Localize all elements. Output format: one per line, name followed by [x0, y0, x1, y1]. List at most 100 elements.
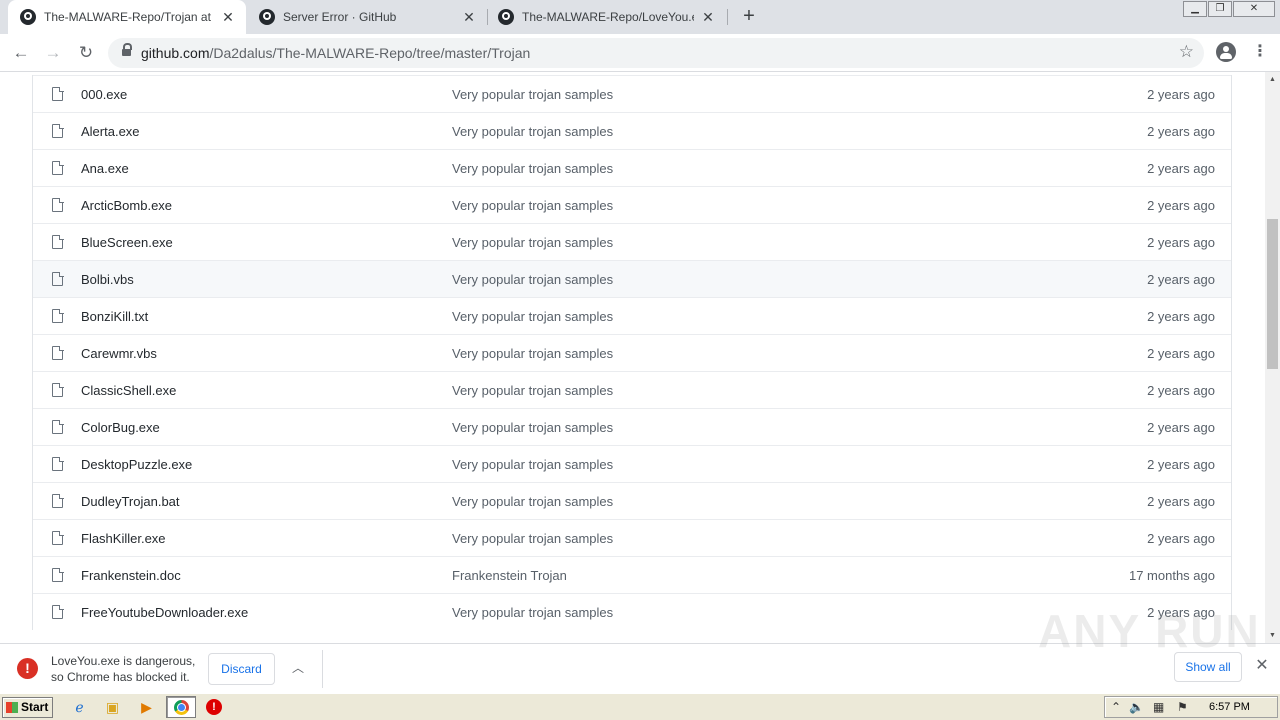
- commit-message-link[interactable]: Very popular trojan samples: [452, 87, 613, 102]
- file-row[interactable]: Ana.exe Very popular trojan samples 2 year…: [33, 149, 1231, 186]
- commit-age: 2 years ago: [1147, 531, 1215, 546]
- anyrun-watermark: ANY RUN: [1038, 605, 1261, 657]
- start-button[interactable]: Start: [2, 697, 53, 718]
- media-player-icon[interactable]: ▶: [138, 699, 155, 716]
- file-icon: [52, 530, 64, 545]
- file-row[interactable]: DesktopPuzzle.exe Very popular trojan sam…: [33, 445, 1231, 482]
- volume-icon[interactable]: 🔈: [1129, 700, 1144, 714]
- file-name-link[interactable]: Alerta.exe: [81, 124, 140, 139]
- address-bar[interactable]: github.com/Da2dalus/The-MALWARE-Repo/tre…: [108, 38, 1204, 68]
- commit-age: 2 years ago: [1147, 198, 1215, 213]
- commit-message-link[interactable]: Very popular trojan samples: [452, 309, 613, 324]
- file-icon: [52, 493, 64, 508]
- system-tray: ⌃ 🔈 ▦ ⚑ 6:57 PM: [1104, 696, 1278, 718]
- commit-age: 17 months ago: [1128, 568, 1215, 583]
- file-row[interactable]: 000.exe Very popular trojan samples 2 year…: [33, 75, 1231, 112]
- scroll-thumb[interactable]: [1267, 219, 1278, 369]
- file-icon: [52, 604, 64, 619]
- file-row[interactable]: Carewmr.vbs Very popular trojan samples 2 …: [33, 334, 1231, 371]
- commit-message-link[interactable]: Very popular trojan samples: [452, 420, 613, 435]
- restore-button[interactable]: ❐: [1208, 1, 1232, 17]
- commit-message-link[interactable]: Very popular trojan samples: [452, 272, 613, 287]
- file-icon: [52, 197, 64, 212]
- file-row[interactable]: ArcticBomb.exe Very popular trojan sample…: [33, 186, 1231, 223]
- close-download-bar-icon[interactable]: ✕: [1253, 657, 1271, 675]
- commit-message-link[interactable]: Very popular trojan samples: [452, 383, 613, 398]
- clock[interactable]: 6:57 PM: [1209, 701, 1250, 713]
- scroll-down-arrow[interactable]: ▼: [1265, 628, 1280, 643]
- taskbar-chrome-button[interactable]: [166, 696, 196, 718]
- file-name-link[interactable]: Bolbi.vbs: [81, 272, 134, 287]
- file-icon: [52, 567, 64, 582]
- commit-age: 2 years ago: [1147, 309, 1215, 324]
- new-tab-button[interactable]: +: [738, 5, 760, 27]
- commit-message-link[interactable]: Very popular trojan samples: [452, 235, 613, 250]
- tab-trojan[interactable]: The-MALWARE-Repo/Trojan at mast ✕: [8, 0, 246, 34]
- file-name-link[interactable]: DesktopPuzzle.exe: [81, 457, 192, 472]
- stop-sign-icon[interactable]: !: [206, 699, 222, 715]
- download-warning-line1: LoveYou.exe is dangerous,: [51, 654, 196, 668]
- close-icon[interactable]: ✕: [220, 9, 236, 26]
- file-row[interactable]: Frankenstein.doc Frankenstein Trojan 17 mo…: [33, 556, 1231, 593]
- file-row[interactable]: ColorBug.exe Very popular trojan samples 2…: [33, 408, 1231, 445]
- commit-message-link[interactable]: Very popular trojan samples: [452, 124, 613, 139]
- commit-message-link[interactable]: Very popular trojan samples: [452, 161, 613, 176]
- close-icon[interactable]: ✕: [700, 9, 716, 26]
- tray-expand-icon[interactable]: ⌃: [1111, 700, 1121, 714]
- file-name-link[interactable]: ColorBug.exe: [81, 420, 160, 435]
- minimize-button[interactable]: ▁: [1183, 1, 1207, 17]
- ie-icon[interactable]: ℯ: [71, 699, 88, 716]
- bookmark-star-icon[interactable]: ☆: [1179, 42, 1194, 62]
- scrollbar[interactable]: ▲ ▼: [1265, 72, 1280, 643]
- file-name-link[interactable]: BlueScreen.exe: [81, 235, 173, 250]
- commit-message-link[interactable]: Frankenstein Trojan: [452, 568, 567, 583]
- file-row[interactable]: Bolbi.vbs Very popular trojan samples 2 ye…: [33, 260, 1231, 297]
- file-name-link[interactable]: ArcticBomb.exe: [81, 198, 172, 213]
- commit-message-link[interactable]: Very popular trojan samples: [452, 605, 613, 620]
- commit-message-link[interactable]: Very popular trojan samples: [452, 531, 613, 546]
- file-row[interactable]: DudleyTrojan.bat Very popular trojan samp…: [33, 482, 1231, 519]
- file-row[interactable]: BonziKill.txt Very popular trojan samples…: [33, 297, 1231, 334]
- window-close-button[interactable]: ✕: [1233, 1, 1275, 17]
- file-name-link[interactable]: FlashKiller.exe: [81, 531, 166, 546]
- profile-avatar-icon[interactable]: [1216, 42, 1236, 62]
- kebab-menu-icon[interactable]: ⋮: [1252, 43, 1268, 61]
- danger-icon: !: [17, 658, 38, 679]
- commit-message-link[interactable]: Very popular trojan samples: [452, 494, 613, 509]
- folder-icon[interactable]: ▣: [104, 699, 121, 716]
- tab-server-error[interactable]: Server Error · GitHub ✕: [247, 0, 487, 34]
- chevron-up-icon[interactable]: ︿: [289, 659, 307, 677]
- file-icon: [52, 271, 64, 286]
- tab-loveyou[interactable]: The-MALWARE-Repo/LoveYou.exe a ✕: [486, 0, 726, 34]
- url-text[interactable]: github.com/Da2dalus/The-MALWARE-Repo/tre…: [141, 45, 530, 61]
- commit-message-link[interactable]: Very popular trojan samples: [452, 346, 613, 361]
- file-name-link[interactable]: 000.exe: [81, 87, 127, 102]
- file-name-link[interactable]: Carewmr.vbs: [81, 346, 157, 361]
- forward-arrow-icon[interactable]: →: [41, 41, 65, 65]
- back-arrow-icon[interactable]: ←: [9, 41, 33, 65]
- commit-message-link[interactable]: Very popular trojan samples: [452, 198, 613, 213]
- file-name-link[interactable]: Frankenstein.doc: [81, 568, 181, 583]
- flag-icon[interactable]: ⚑: [1177, 700, 1188, 714]
- reload-icon[interactable]: ↻: [74, 41, 98, 65]
- file-name-link[interactable]: Ana.exe: [81, 161, 129, 176]
- close-icon[interactable]: ✕: [461, 9, 477, 26]
- file-name-link[interactable]: ClassicShell.exe: [81, 383, 176, 398]
- file-name-link[interactable]: DudleyTrojan.bat: [81, 494, 180, 509]
- file-name-link[interactable]: FreeYoutubeDownloader.exe: [81, 605, 248, 620]
- network-icon[interactable]: ▦: [1153, 700, 1164, 714]
- discard-button[interactable]: Discard: [208, 653, 275, 685]
- file-row[interactable]: Alerta.exe Very popular trojan samples 2 y…: [33, 112, 1231, 149]
- file-icon: [52, 86, 64, 101]
- github-icon: [259, 9, 275, 25]
- commit-message-link[interactable]: Very popular trojan samples: [452, 457, 613, 472]
- file-row[interactable]: BlueScreen.exe Very popular trojan sample…: [33, 223, 1231, 260]
- taskbar: Start ℯ ▣ ▶ ! ⌃ 🔈 ▦ ⚑ 6:57 PM: [0, 693, 1280, 720]
- lock-icon: [122, 43, 132, 58]
- file-row[interactable]: FlashKiller.exe Very popular trojan sampl…: [33, 519, 1231, 556]
- show-all-button[interactable]: Show all: [1174, 652, 1242, 682]
- scroll-up-arrow[interactable]: ▲: [1265, 72, 1280, 87]
- file-name-link[interactable]: BonziKill.txt: [81, 309, 148, 324]
- url-host: github.com: [141, 45, 210, 61]
- file-row[interactable]: ClassicShell.exe Very popular trojan samp…: [33, 371, 1231, 408]
